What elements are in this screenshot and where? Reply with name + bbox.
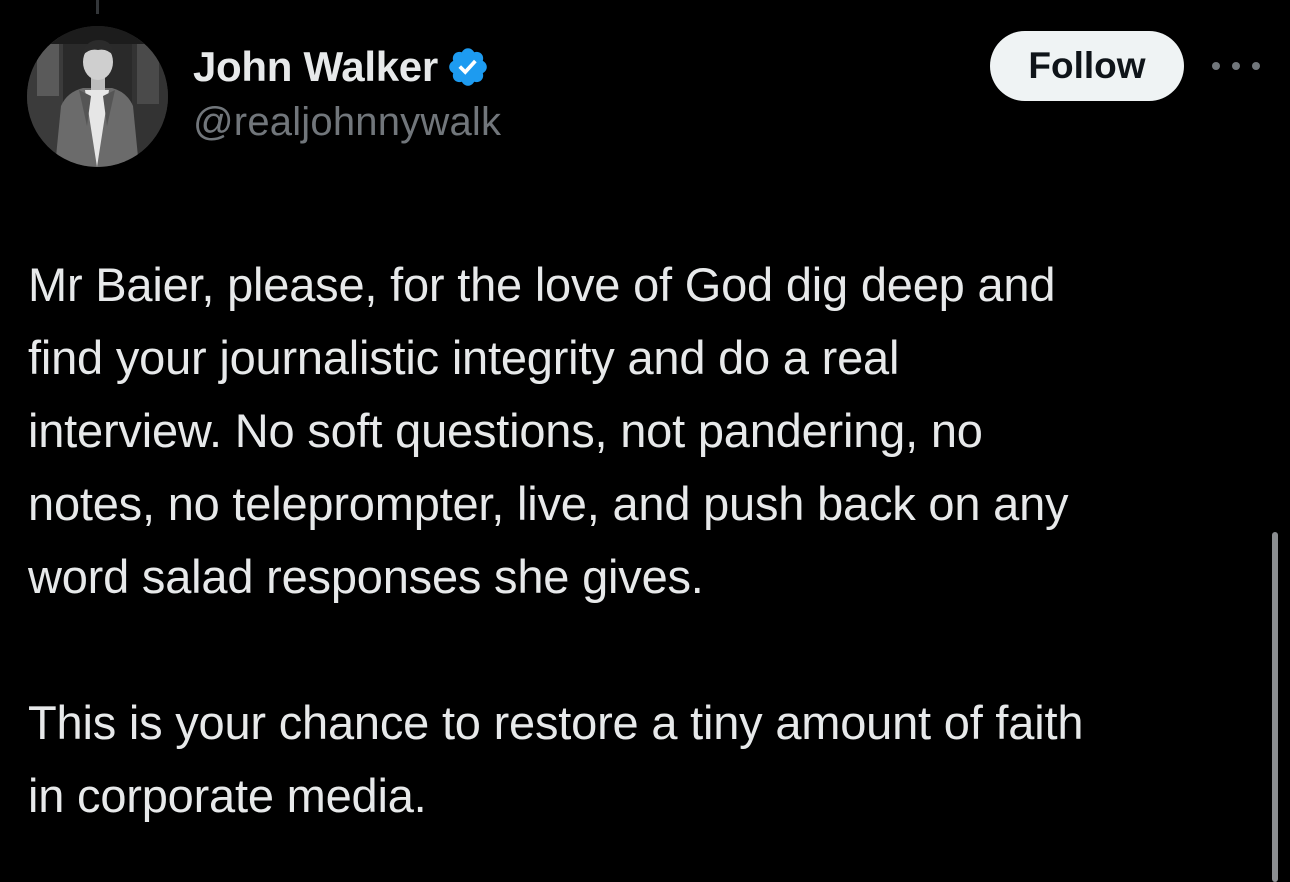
more-dot: [1232, 62, 1240, 70]
author-display-name[interactable]: John Walker: [193, 43, 438, 91]
avatar-photo: [27, 26, 168, 167]
more-dot: [1212, 62, 1220, 70]
follow-button[interactable]: Follow: [990, 31, 1184, 101]
more-options-icon[interactable]: [1212, 52, 1260, 80]
thread-connector-line: [96, 0, 99, 14]
tweet-text: Mr Baier, please, for the love of God di…: [28, 248, 1263, 832]
author-name-row: John Walker: [193, 40, 490, 94]
avatar[interactable]: [27, 26, 168, 167]
scrollbar-thumb[interactable]: [1272, 532, 1278, 882]
more-dot: [1252, 62, 1260, 70]
tweet-paragraph: Mr Baier, please, for the love of God di…: [28, 258, 1069, 603]
tweet-paragraph: This is your chance to restore a tiny am…: [28, 696, 1084, 822]
author-handle[interactable]: @realjohnnywalk: [193, 100, 501, 145]
verified-badge-icon[interactable]: [446, 45, 490, 89]
